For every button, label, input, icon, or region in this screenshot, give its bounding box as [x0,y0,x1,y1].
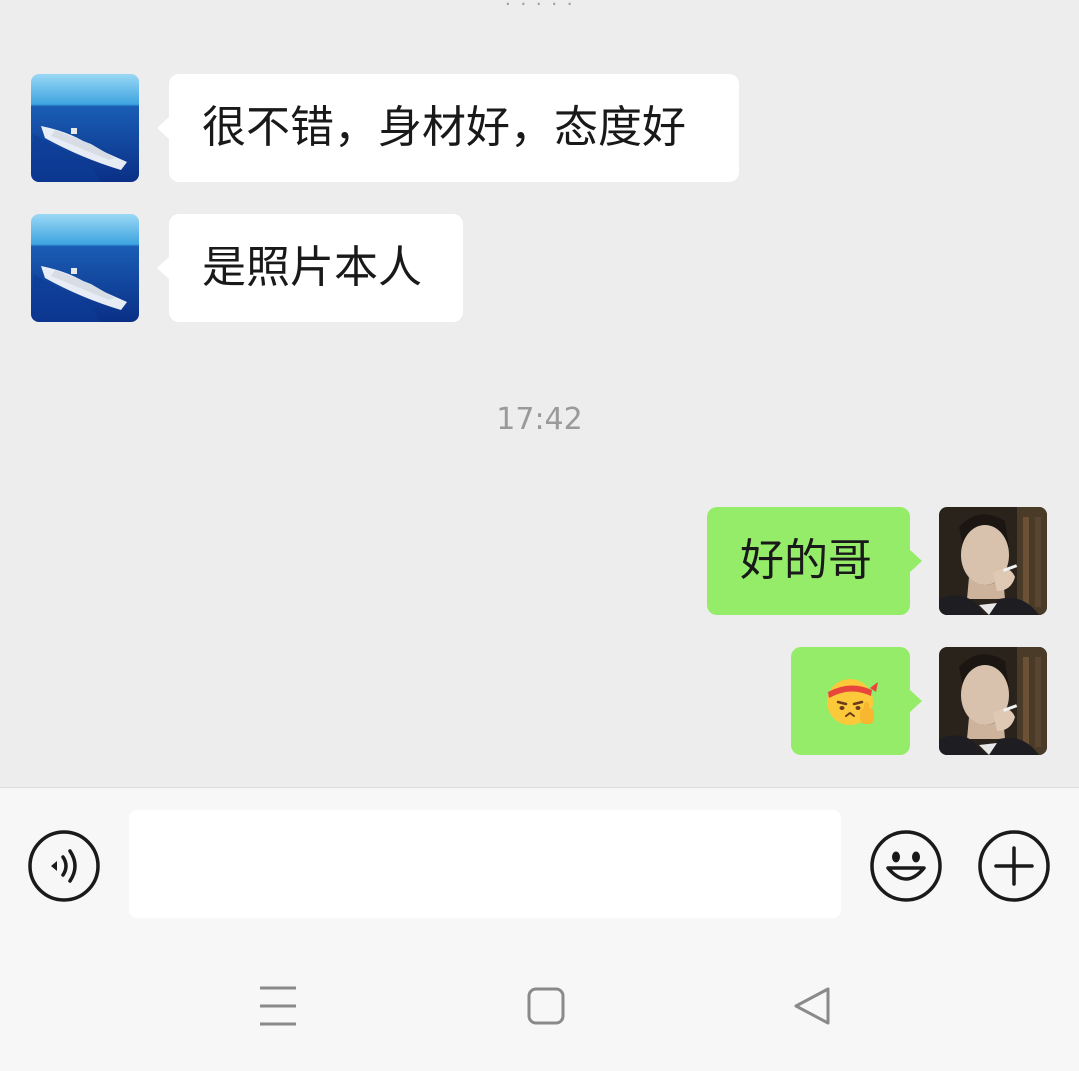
ship-avatar-icon [31,214,139,322]
message-text: 很不错，身材好，态度好 [202,102,686,153]
smiley-icon [870,830,942,902]
back-button[interactable] [782,976,842,1036]
message-bubble-outgoing[interactable]: 好的哥 [707,507,922,615]
contact-avatar[interactable] [31,74,139,182]
chat-area[interactable]: · · · · · 很不错，身材好，态度好 是照片本人 17:42 好的哥 [0,0,1079,787]
message-bubble-incoming[interactable]: 是照片本人 [157,214,463,322]
message-bubble-outgoing[interactable] [791,647,922,755]
emoji-button[interactable] [870,830,942,902]
more-button[interactable] [978,830,1050,902]
back-icon [794,987,830,1025]
man-smoking-avatar-icon [939,647,1047,755]
man-smoking-avatar-icon [939,507,1047,615]
message-timestamp: 17:42 [496,402,583,437]
message-text: 是照片本人 [202,242,422,293]
my-avatar[interactable] [939,647,1047,755]
menu-button[interactable] [248,976,308,1036]
navigation-bar [0,941,1079,1071]
message-bubble-incoming[interactable]: 很不错，身材好，态度好 [157,74,739,182]
salute-headband-emoji-icon [826,679,878,725]
home-icon [527,987,565,1025]
top-cutoff-text: · · · · · [505,0,575,15]
ship-avatar-icon [31,74,139,182]
contact-avatar[interactable] [31,214,139,322]
my-avatar[interactable] [939,507,1047,615]
home-button[interactable] [516,976,576,1036]
menu-icon [260,986,296,1026]
message-text: 好的哥 [740,535,872,586]
voice-button[interactable] [28,830,100,902]
plus-icon [978,830,1050,902]
message-input[interactable] [129,810,841,918]
voice-icon [28,830,100,902]
input-bar [0,787,1079,941]
